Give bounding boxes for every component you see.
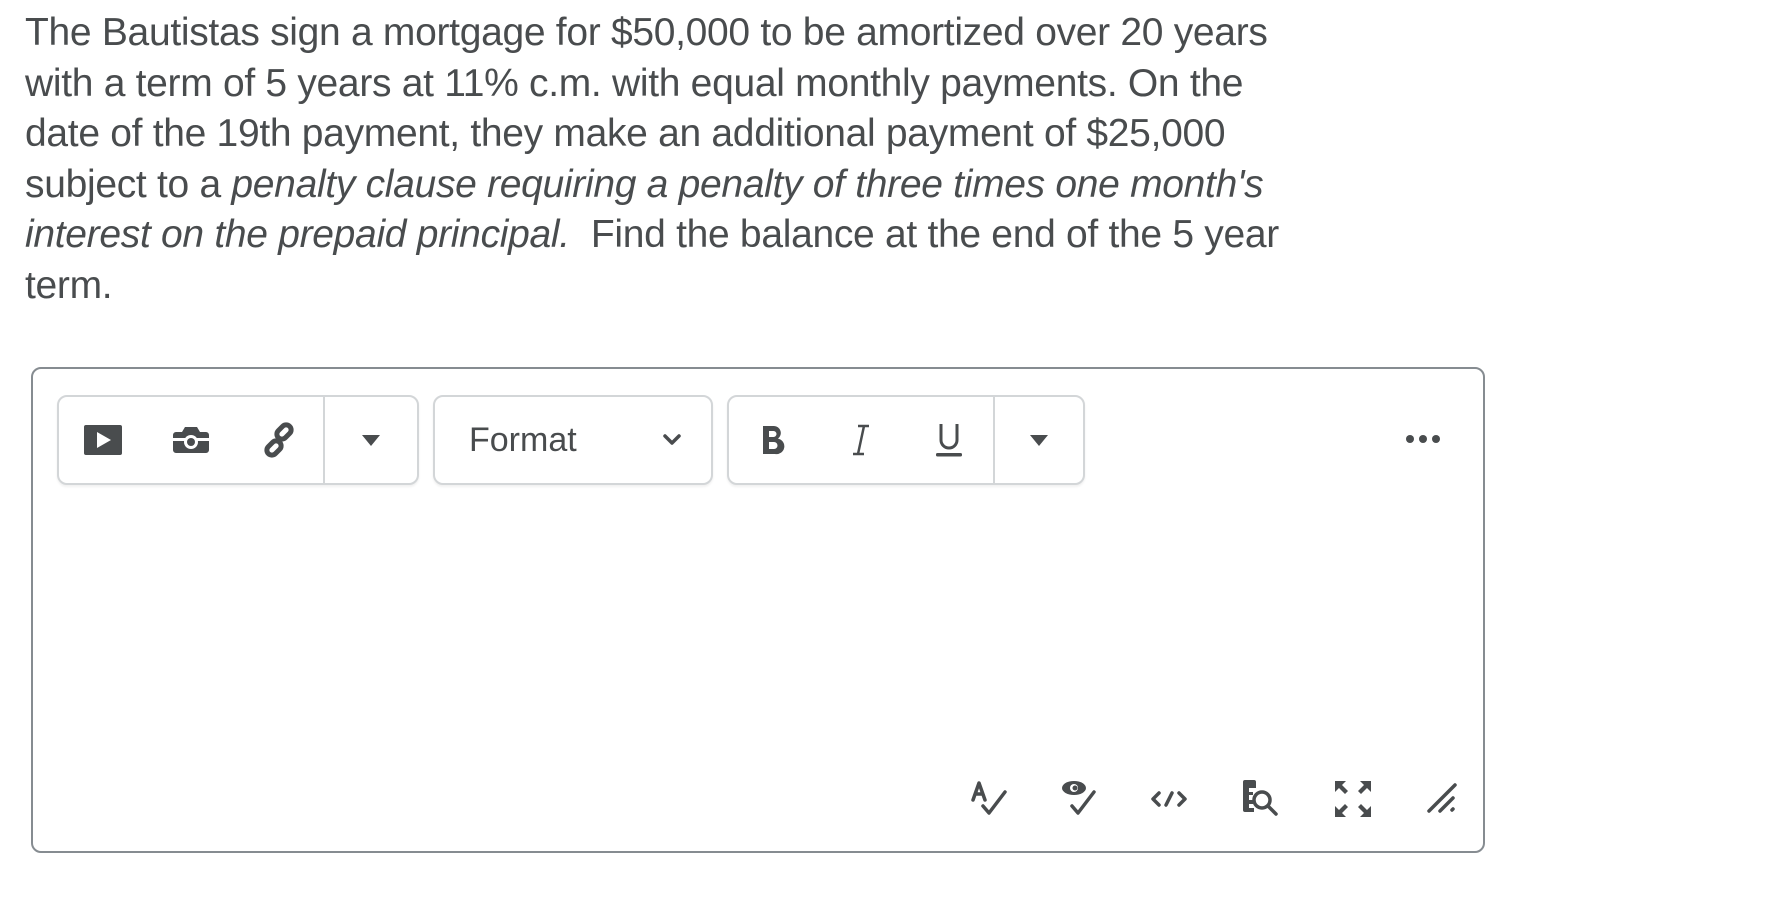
insert-stuff-button[interactable]: [59, 397, 147, 483]
accessibility-check-icon: [1062, 781, 1096, 815]
spellcheck-button[interactable]: [964, 774, 1014, 824]
video-play-icon: [84, 425, 122, 455]
italic-button[interactable]: [817, 397, 905, 483]
question-line: subject to a penalty clause requiring a …: [25, 160, 1455, 211]
resize-handle-icon: [1427, 783, 1457, 813]
find-replace-button[interactable]: [1236, 774, 1286, 824]
format-select-value: Format: [469, 420, 577, 459]
question-line: with a term of 5 years at 11% c.m. with …: [25, 61, 1244, 105]
editor-content-area[interactable]: [57, 499, 1459, 759]
question-text-normal: Find the balance at the end of the 5 yea…: [569, 213, 1279, 256]
source-code-icon: [1151, 791, 1187, 807]
underline-icon: [936, 424, 962, 457]
question-text: The Bautistas sign a mortgage for $50,00…: [25, 8, 1455, 311]
rich-text-editor[interactable]: Format: [31, 367, 1485, 853]
chevron-down-icon: [663, 434, 681, 445]
style-more-dropdown[interactable]: [993, 397, 1083, 483]
question-line: term.: [25, 263, 113, 307]
style-toolbar-group: [727, 395, 1085, 485]
accessibility-checker-button[interactable]: [1053, 774, 1103, 824]
spellcheck-icon: [971, 781, 1007, 815]
question-text-italic: penalty clause requiring a penalty of th…: [231, 162, 1264, 206]
question-text-italic: interest on the prepaid principal.: [25, 213, 570, 256]
find-replace-icon: [1243, 780, 1278, 816]
caret-down-icon: [1030, 434, 1048, 446]
underline-button[interactable]: [905, 397, 993, 483]
bold-button[interactable]: [729, 397, 817, 483]
question-text-normal: subject to a: [25, 162, 232, 206]
caret-down-icon: [362, 434, 380, 446]
bold-icon: [763, 426, 785, 455]
link-icon: [264, 422, 294, 458]
camera-icon: [173, 427, 209, 453]
italic-icon: [853, 424, 869, 456]
insert-image-button[interactable]: [147, 397, 235, 483]
format-select-group: Format: [433, 395, 713, 485]
question-line: The Bautistas sign a mortgage for $50,00…: [25, 11, 1268, 54]
question-line: date of the 19th payment, they make an a…: [25, 112, 1226, 155]
fullscreen-icon: [1335, 781, 1371, 817]
more-actions-button[interactable]: [1403, 424, 1443, 454]
resize-handle[interactable]: [1418, 774, 1468, 824]
insert-toolbar-group: [57, 395, 419, 485]
fullscreen-button[interactable]: [1328, 774, 1378, 824]
ellipsis-icon: [1406, 435, 1440, 443]
insert-link-button[interactable]: [235, 397, 323, 483]
format-select[interactable]: Format: [435, 397, 711, 483]
source-code-button[interactable]: [1144, 774, 1194, 824]
insert-more-dropdown[interactable]: [323, 397, 417, 483]
question-line: interest on the prepaid principal. Find …: [25, 210, 1455, 261]
